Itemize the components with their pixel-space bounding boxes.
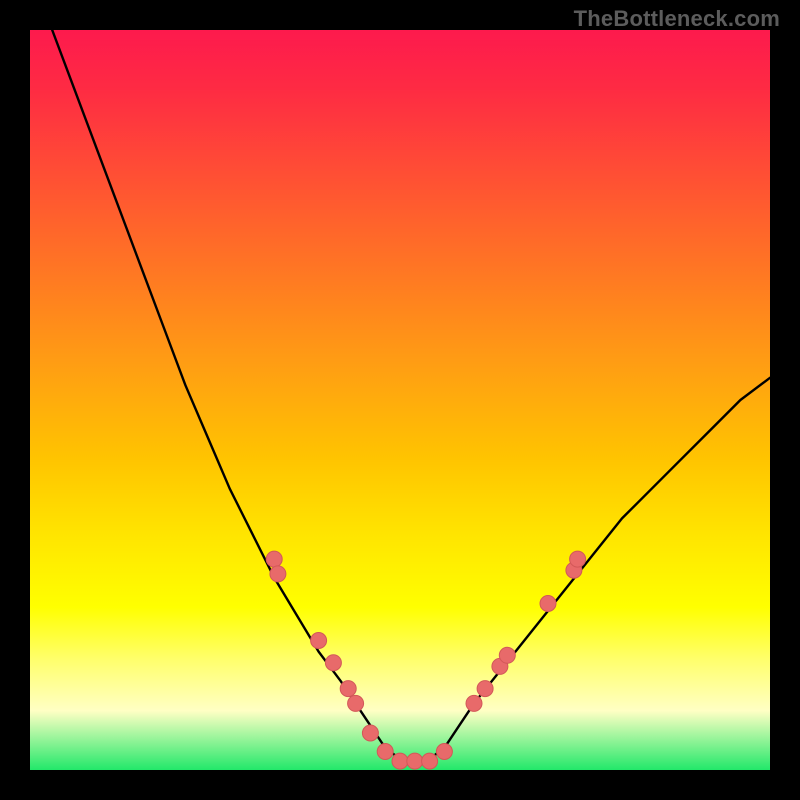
- data-marker: [392, 753, 408, 769]
- data-marker: [266, 551, 282, 567]
- data-marker: [466, 695, 482, 711]
- data-marker: [436, 744, 452, 760]
- bottleneck-curve: [52, 30, 770, 763]
- chart-overlay: [30, 30, 770, 770]
- data-marker: [407, 753, 423, 769]
- data-marker: [325, 655, 341, 671]
- data-marker: [540, 596, 556, 612]
- data-marker: [362, 725, 378, 741]
- chart-frame: TheBottleneck.com: [0, 0, 800, 800]
- data-marker: [477, 681, 493, 697]
- marker-layer: [266, 551, 585, 769]
- data-marker: [270, 566, 286, 582]
- data-marker: [340, 681, 356, 697]
- data-marker: [348, 695, 364, 711]
- watermark-text: TheBottleneck.com: [574, 6, 780, 32]
- data-marker: [422, 753, 438, 769]
- data-marker: [311, 633, 327, 649]
- data-marker: [377, 744, 393, 760]
- data-marker: [499, 647, 515, 663]
- data-marker: [570, 551, 586, 567]
